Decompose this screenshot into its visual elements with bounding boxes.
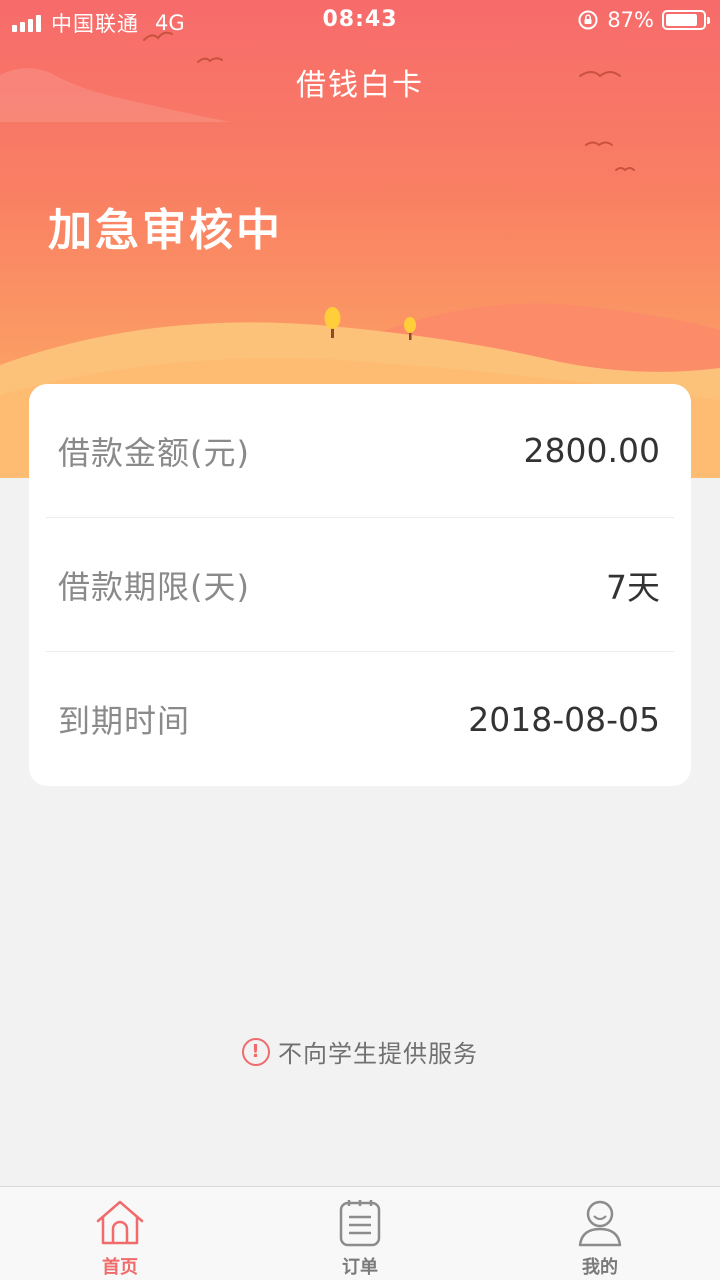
tab-orders-label: 订单: [342, 1257, 378, 1278]
rotation-lock-icon: [578, 10, 598, 30]
tab-profile[interactable]: 我的: [480, 1187, 720, 1280]
alert-icon: !: [242, 1037, 270, 1066]
tab-home-label: 首页: [102, 1257, 138, 1278]
status-bar: 中国联通 4G 08:43 87%: [0, 0, 720, 40]
loan-term-row: 借款期限(天) 7天: [46, 518, 674, 652]
home-icon: [96, 1200, 144, 1245]
app-screen: 中国联通 4G 08:43 87% 借钱白卡 加急审核中 借款金额(元) 280…: [0, 0, 720, 1280]
page-title: 借钱白卡: [296, 68, 424, 103]
tab-orders[interactable]: 订单: [240, 1187, 480, 1280]
due-date-row: 到期时间 2018-08-05: [46, 652, 674, 786]
loan-info-card: 借款金额(元) 2800.00 借款期限(天) 7天 到期时间 2018-08-…: [29, 384, 691, 786]
profile-icon: [578, 1200, 622, 1247]
notice-text: 不向学生提供服务: [278, 1040, 478, 1068]
student-notice: ! 不向学生提供服务: [0, 1034, 720, 1069]
loan-amount-value: 2800.00: [523, 431, 660, 470]
tab-profile-label: 我的: [582, 1257, 618, 1278]
due-date-value: 2018-08-05: [468, 699, 660, 739]
tab-home[interactable]: 首页: [0, 1187, 240, 1280]
battery-icon: [662, 10, 710, 30]
battery-percent: 87%: [607, 8, 654, 32]
order-list-icon: [339, 1200, 381, 1247]
bottom-tab-bar: 首页 订单 我的: [0, 1186, 720, 1280]
loan-term-label: 借款期限(天): [58, 567, 250, 606]
due-date-label: 到期时间: [58, 702, 191, 740]
loan-amount-row: 借款金额(元) 2800.00: [46, 384, 674, 518]
loan-term-value: 7天: [606, 567, 660, 607]
loan-amount-label: 借款金额(元): [58, 433, 250, 472]
review-status-heading: 加急审核中: [48, 205, 283, 256]
